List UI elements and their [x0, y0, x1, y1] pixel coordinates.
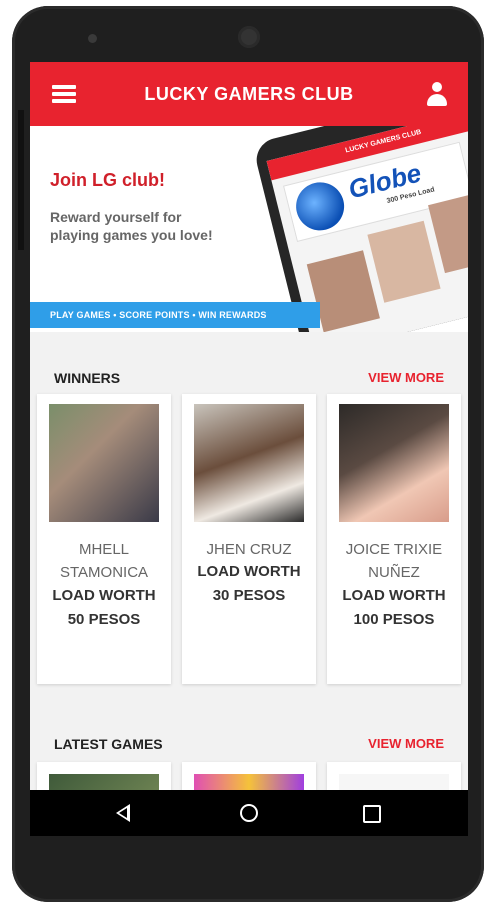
latest-games-title: LATEST GAMES [54, 736, 163, 752]
winner-prize-line2: 100 PESOS [353, 611, 435, 628]
winner-photo [49, 404, 159, 522]
promo-photo [428, 191, 468, 274]
winners-header: WINNERS VIEW MORE [30, 364, 468, 394]
latest-games-header: LATEST GAMES VIEW MORE [30, 730, 468, 760]
app-bar: LUCKY GAMERS CLUB [30, 62, 468, 126]
front-camera [238, 26, 260, 48]
winner-prize-line1: LOAD WORTH [342, 587, 446, 604]
back-icon-inner [119, 808, 127, 818]
winner-prize-line2: 50 PESOS [67, 611, 141, 628]
latest-games-view-more-link[interactable]: VIEW MORE [368, 736, 444, 751]
winner-card[interactable]: JOICE TRIXIE NUÑEZ LOAD WORTH 100 PESOS [327, 394, 461, 684]
winner-name: JHEN CRUZ [206, 541, 292, 558]
winner-photo [194, 404, 304, 522]
winner-prize-line1: LOAD WORTH [52, 587, 156, 604]
promo-photo [367, 220, 441, 303]
banner-subtitle: Reward yourself for playing games you lo… [50, 209, 213, 243]
winners-title: WINNERS [54, 370, 121, 386]
home-icon[interactable] [240, 804, 258, 822]
winners-view-more-link[interactable]: VIEW MORE [368, 370, 444, 385]
winner-prize-line1: LOAD WORTH [197, 563, 301, 580]
winner-name: JOICE TRIXIE NUÑEZ [345, 541, 443, 581]
side-button [18, 110, 24, 250]
banner-title: Join LG club! [50, 170, 165, 190]
banner-ribbon: PLAY GAMES • SCORE POINTS • WIN REWARDS [30, 302, 320, 328]
system-nav-bar [30, 790, 468, 836]
winner-card[interactable]: JHEN CRUZ LOAD WORTH 30 PESOS [182, 394, 316, 684]
sensor-dot [88, 34, 97, 43]
winner-prize-line2: 30 PESOS [212, 587, 286, 604]
recent-apps-icon[interactable] [363, 805, 381, 823]
winner-card[interactable]: MHELL STAMONICA LOAD WORTH 50 PESOS [37, 394, 171, 684]
promo-banner[interactable]: Join LG club! Reward yourself for playin… [30, 126, 468, 332]
app-title: LUCKY GAMERS CLUB [144, 84, 354, 104]
profile-icon[interactable] [426, 82, 448, 108]
app-screen: LUCKY GAMERS CLUB Join LG club! Reward y… [30, 62, 468, 836]
winner-photo [339, 404, 449, 522]
globe-logo-icon [291, 177, 350, 236]
winner-name: MHELL STAMONICA [59, 541, 149, 581]
